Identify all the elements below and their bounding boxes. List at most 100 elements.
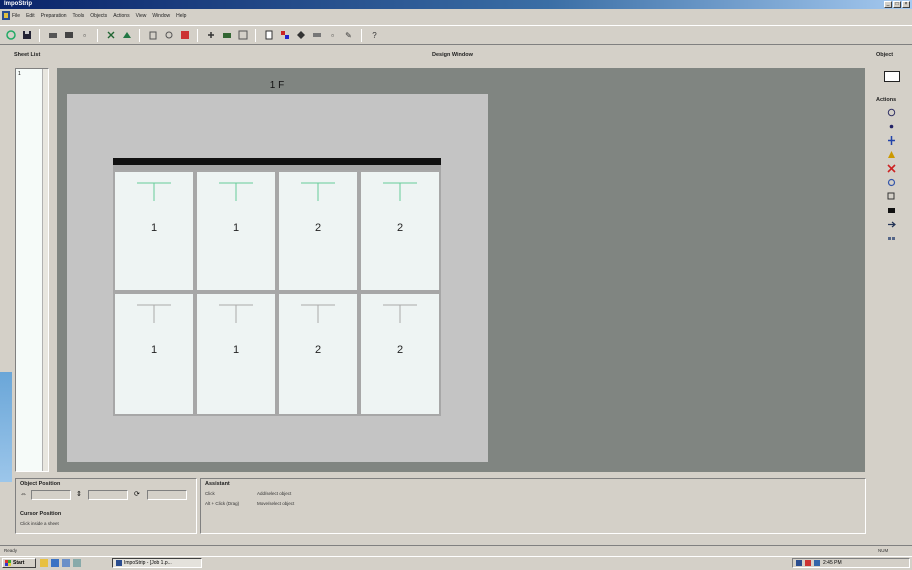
page-cell[interactable]: 2 bbox=[361, 294, 439, 414]
zoom-in-icon[interactable] bbox=[162, 29, 175, 42]
fold-mark-icon bbox=[301, 182, 335, 201]
new-icon[interactable] bbox=[4, 29, 17, 42]
fold-mark-icon bbox=[383, 182, 417, 201]
object-position-panel: Object Position ⇔ ⇕ ⟳ Cursor Position Cl… bbox=[15, 478, 197, 534]
link-icon[interactable] bbox=[885, 177, 897, 188]
menu-preparation[interactable]: Preparation bbox=[41, 13, 67, 19]
paste-icon[interactable] bbox=[146, 29, 159, 42]
menu-view[interactable]: View bbox=[136, 13, 147, 19]
pen-icon[interactable]: ✎ bbox=[342, 29, 355, 42]
start-button[interactable]: Start bbox=[2, 558, 36, 568]
grid-icon[interactable]: ▫ bbox=[78, 29, 91, 42]
page-cell[interactable]: 2 bbox=[279, 172, 357, 290]
color-mark-icon[interactable] bbox=[885, 149, 897, 160]
object-rectangle-icon[interactable] bbox=[884, 71, 900, 82]
maximize-button[interactable]: □ bbox=[893, 1, 901, 8]
fill-icon[interactable] bbox=[885, 205, 897, 216]
sheet-list-item[interactable]: 1 bbox=[18, 71, 21, 77]
vertical-arrow-icon: ⇕ bbox=[76, 491, 82, 498]
fold-mark-icon bbox=[383, 304, 417, 323]
page-cell[interactable]: 1 bbox=[197, 172, 275, 290]
sheet-list-header: Sheet List bbox=[14, 52, 41, 58]
assistant-key: Click bbox=[205, 491, 215, 496]
page-number: 1 bbox=[150, 222, 158, 234]
sheet-layout[interactable]: 1 1 2 2 1 1 2 2 bbox=[113, 158, 441, 416]
window-title: ImpoStrip bbox=[4, 1, 32, 7]
preview-icon[interactable] bbox=[62, 29, 75, 42]
y-position-field[interactable] bbox=[88, 490, 128, 500]
help-icon[interactable]: ? bbox=[368, 29, 381, 42]
page-icon[interactable] bbox=[262, 29, 275, 42]
object-palette-header: Object bbox=[876, 52, 894, 58]
menu-objects[interactable]: Objects bbox=[90, 13, 107, 19]
copy-mark-icon[interactable] bbox=[885, 191, 897, 202]
copy-icon[interactable] bbox=[120, 29, 133, 42]
page-cell[interactable]: 1 bbox=[197, 294, 275, 414]
fold-mark-icon bbox=[137, 304, 171, 323]
sheet-list-scrollbar[interactable] bbox=[42, 69, 48, 471]
browser-icon[interactable] bbox=[51, 559, 59, 567]
windows-logo-icon bbox=[5, 560, 11, 566]
tools-icon[interactable]: ▫ bbox=[326, 29, 339, 42]
menu-file[interactable]: File bbox=[12, 13, 20, 19]
menu-window[interactable]: Window bbox=[152, 13, 170, 19]
assistant-key: Alt + Click (Drag) bbox=[205, 501, 240, 506]
minimize-button[interactable]: _ bbox=[884, 1, 892, 8]
horizontal-arrow-icon: ⇔ bbox=[20, 491, 27, 498]
menu-actions[interactable]: Actions bbox=[113, 13, 129, 19]
taskbar-item-impostrip[interactable]: ImpoStrip - [Job 1.p... bbox=[112, 558, 202, 568]
flip-icon[interactable] bbox=[294, 29, 307, 42]
page-cell[interactable]: 1 bbox=[115, 294, 193, 414]
page-number: 2 bbox=[314, 222, 322, 234]
page-number: 2 bbox=[396, 344, 404, 356]
x-position-field[interactable] bbox=[31, 490, 71, 500]
toolbar: ▫ ▫ ✎ ? bbox=[0, 25, 912, 45]
menu-help[interactable]: Help bbox=[176, 13, 186, 19]
cursor-position-header: Cursor Position bbox=[20, 511, 62, 517]
move-icon[interactable] bbox=[885, 219, 897, 230]
cut-icon[interactable] bbox=[104, 29, 117, 42]
gripper-band bbox=[113, 158, 441, 165]
sheet-title: 1 F bbox=[269, 80, 285, 91]
menu-edit[interactable]: Edit bbox=[26, 13, 35, 19]
print-icon[interactable] bbox=[46, 29, 59, 42]
page-cell[interactable]: 1 bbox=[115, 172, 193, 290]
app-logo-icon bbox=[116, 560, 122, 566]
page-cell[interactable]: 2 bbox=[279, 294, 357, 414]
print-sheet-icon[interactable] bbox=[310, 29, 323, 42]
status-text: Ready bbox=[4, 548, 18, 553]
menu-tools[interactable]: Tools bbox=[73, 13, 85, 19]
object-position-header: Object Position bbox=[20, 481, 61, 487]
rotate-icon[interactable] bbox=[885, 107, 897, 118]
cursor-position-text: Click inside a sheet bbox=[20, 521, 59, 526]
page-cell[interactable]: 2 bbox=[361, 172, 439, 290]
folder-icon[interactable] bbox=[40, 559, 48, 567]
rotate-icon[interactable] bbox=[204, 29, 217, 42]
desktop-icon[interactable] bbox=[62, 559, 70, 567]
save-icon[interactable] bbox=[20, 29, 33, 42]
rotation-field[interactable] bbox=[147, 490, 187, 500]
page-number: 1 bbox=[232, 344, 240, 356]
status-num: NUM bbox=[878, 548, 889, 553]
rotation-icon: ⟳ bbox=[134, 491, 140, 498]
group-icon[interactable] bbox=[885, 233, 897, 244]
app-icon[interactable] bbox=[73, 559, 81, 567]
layer-icon[interactable] bbox=[220, 29, 233, 42]
sheet-list[interactable]: 1 bbox=[15, 68, 49, 472]
tray-alert-icon[interactable] bbox=[805, 560, 811, 566]
fold-mark-icon bbox=[219, 304, 253, 323]
color-icon[interactable] bbox=[278, 29, 291, 42]
fit-icon[interactable] bbox=[236, 29, 249, 42]
assistant-value: Move/select object bbox=[257, 501, 295, 506]
delete-icon[interactable] bbox=[178, 29, 191, 42]
delete-mark-icon[interactable] bbox=[885, 163, 897, 174]
tray-network-icon[interactable] bbox=[814, 560, 820, 566]
taskbar-item-label: ImpoStrip - [Job 1.p... bbox=[124, 560, 172, 566]
distribute-icon[interactable] bbox=[885, 135, 897, 146]
close-button[interactable]: × bbox=[902, 1, 910, 8]
assistant-panel: Assistant Click Add/select object Alt + … bbox=[200, 478, 866, 534]
quick-launch bbox=[40, 559, 81, 567]
tray-app-icon[interactable] bbox=[796, 560, 802, 566]
point-icon[interactable] bbox=[885, 121, 897, 132]
fold-mark-icon bbox=[219, 182, 253, 201]
